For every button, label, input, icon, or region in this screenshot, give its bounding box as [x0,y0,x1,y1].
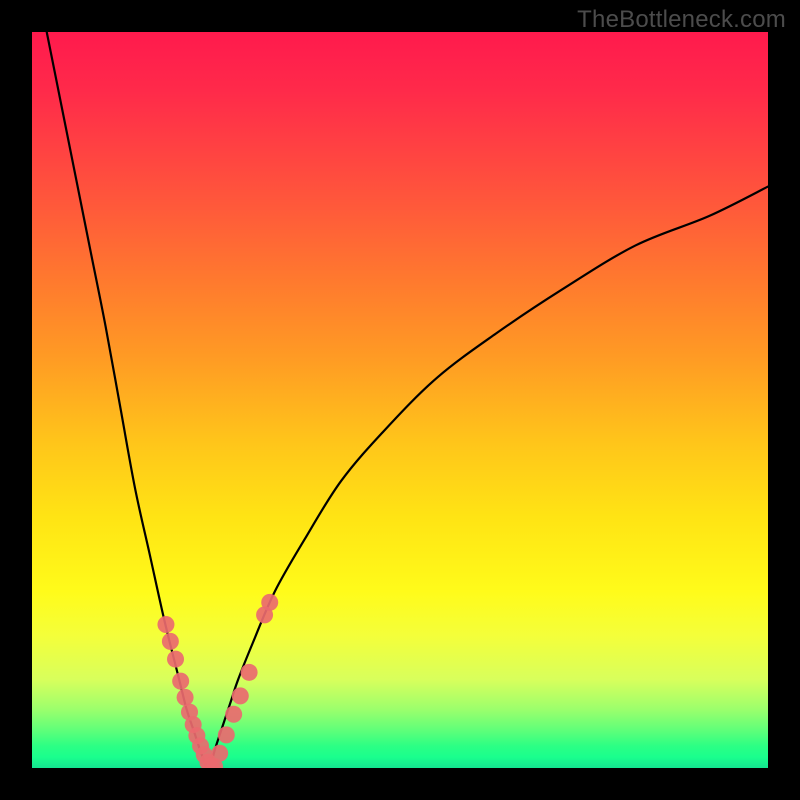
chart-frame: TheBottleneck.com [0,0,800,800]
data-point [232,687,249,704]
data-point [261,594,278,611]
data-point [225,706,242,723]
data-point [162,633,179,650]
chart-svg [32,32,768,768]
data-point [241,664,258,681]
data-point [177,689,194,706]
curve-path [47,32,768,768]
data-point [211,745,228,762]
data-point [172,673,189,690]
watermark-text: TheBottleneck.com [577,6,786,34]
curve-group [47,32,768,768]
plot-area [32,32,768,768]
data-point [218,726,235,743]
data-point [167,651,184,668]
data-point [157,616,174,633]
